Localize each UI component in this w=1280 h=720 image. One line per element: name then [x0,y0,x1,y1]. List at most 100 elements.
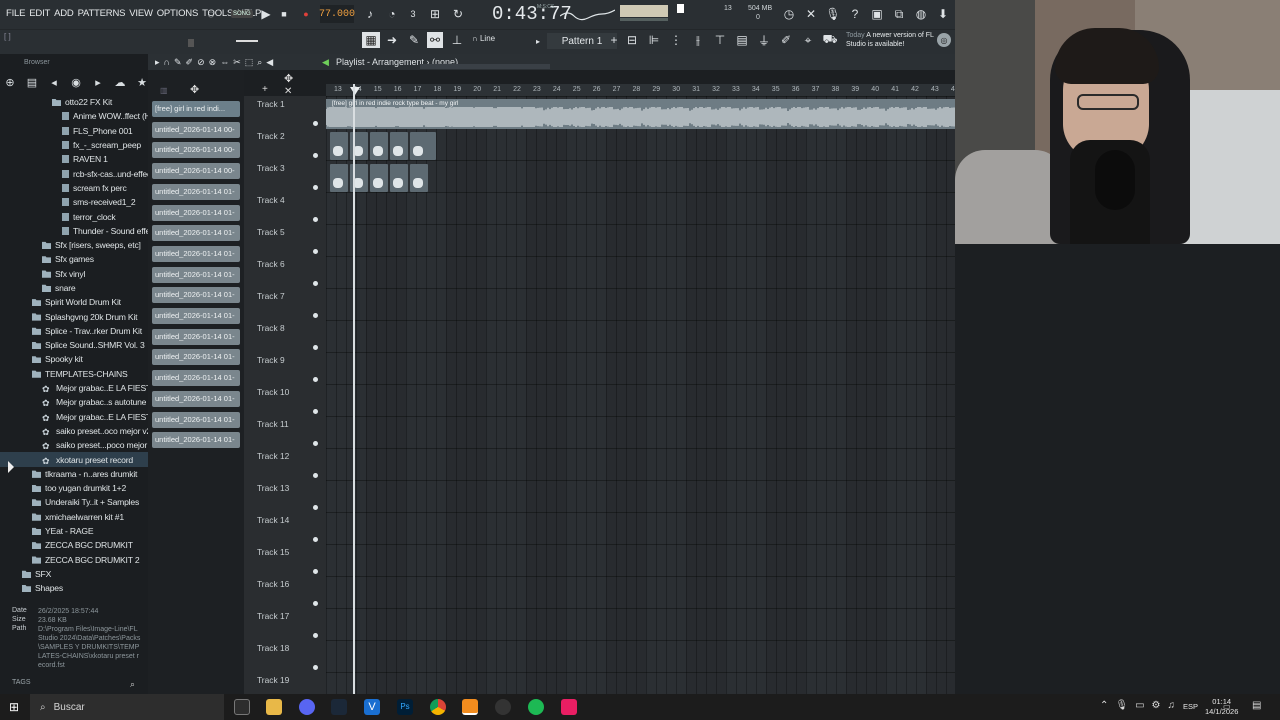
browser-item[interactable]: YEat - RAGE [0,524,148,538]
browser-back-icon[interactable]: ◂ [48,76,60,89]
browser-item[interactable]: ✿ saiko preset..oco mejor v2 [0,424,148,438]
magnet-tool-icon[interactable]: ∩ [164,57,170,68]
discord-icon[interactable] [299,699,315,715]
tool-knob-1[interactable] [188,39,194,47]
edit-icon[interactable]: ✐ [778,32,794,48]
picker-grid-icon[interactable]: ▥ [160,86,168,95]
chrome-icon[interactable] [430,699,446,715]
picker-clip[interactable]: untitled_2026-01-14 00- [152,163,240,180]
pattern-clip[interactable] [390,164,408,192]
browser-item[interactable]: Sfx games [0,252,148,266]
browser-item[interactable]: Splashgvng 20k Drum Kit [0,309,148,323]
browser-item[interactable]: ✿ xkotaru preset record [0,452,148,467]
microphone-icon[interactable]: 🎙 [825,6,841,22]
browser-item[interactable]: xmichaelwarren kit #1 [0,510,148,524]
save-icon[interactable]: ▣ [869,6,885,22]
browser-item[interactable]: SFX [0,567,148,581]
photoshop-icon[interactable]: Ps [397,699,413,715]
channel-rack-icon[interactable]: ⊟ [624,32,640,48]
loop-record-icon[interactable]: ↻ [450,6,466,22]
browser-item[interactable]: FLS_Phone 001 [0,124,148,138]
master-volume-meter[interactable] [620,5,668,17]
obs-icon[interactable] [495,699,511,715]
tempo-display[interactable]: 77.000 [319,5,355,23]
download-icon[interactable]: ⬇ [935,6,951,22]
browser-item[interactable]: ✿ Mejor grabac..E LA FIESTA [0,381,148,395]
pattern-clip[interactable] [390,132,408,160]
browser-item[interactable]: tlkraama - n..ares drumkit [0,467,148,481]
track-name[interactable]: Track 10 [257,387,289,397]
track-enable-dot[interactable] [313,409,318,414]
taskbar-search[interactable]: ⌕ Buscar [30,694,224,720]
fl-studio-icon[interactable] [462,699,478,715]
windows-start-icon[interactable]: ⊞ [9,700,19,714]
picker-clip[interactable]: untitled_2026-01-14 01- [152,308,240,324]
browser-item[interactable]: Spirit World Drum Kit [0,295,148,309]
track-name[interactable]: Track 3 [257,163,285,173]
track-enable-dot[interactable] [313,153,318,158]
track-name[interactable]: Track 5 [257,227,285,237]
track-name[interactable]: Track 7 [257,291,285,301]
track-enable-dot[interactable] [313,505,318,510]
track-enable-dot[interactable] [313,601,318,606]
track-name[interactable]: Track 12 [257,451,289,461]
tree-icon[interactable]: ⊤ [712,32,728,48]
tags-search-icon[interactable]: ⌕ [130,679,135,690]
stop-button[interactable]: ■ [276,6,292,22]
tray-network-icon[interactable]: ▭ [1135,700,1144,711]
slice-tool-icon[interactable]: ✂ [233,57,241,68]
picker-clip[interactable]: untitled_2026-01-14 00- [152,142,240,159]
track-name[interactable]: Track 16 [257,579,289,589]
browser-item[interactable]: TEMPLATES-CHAINS [0,367,148,381]
browser-options-icon[interactable]: ⊕ [4,76,16,89]
picker-clip[interactable]: untitled_2026-01-14 01- [152,245,240,262]
track-enable-dot[interactable] [313,217,318,222]
menu-add[interactable]: ADD [52,8,75,19]
chevron-right-icon[interactable]: ▸ [530,33,546,49]
browser-globe-icon[interactable]: ◉ [70,76,82,89]
track-name[interactable]: Track 8 [257,323,285,333]
track-name[interactable]: Track 18 [257,643,289,653]
browser-item[interactable]: RAVEN 1 [0,152,148,166]
picker-clip[interactable]: untitled_2026-01-14 01- [152,183,240,200]
pattern-clip[interactable] [330,164,348,192]
browser-item[interactable]: Shapes [0,581,148,595]
task-view-icon[interactable] [234,699,250,715]
arrow-right-icon[interactable]: ➜ [384,32,400,48]
blend-notes-icon[interactable]: ⊞ [427,6,443,22]
delete-tool-icon[interactable]: ⊘ [197,57,205,68]
picker-clip[interactable]: untitled_2026-01-14 01- [152,349,240,366]
track-enable-dot[interactable] [313,473,318,478]
chat-icon[interactable]: ◍ [913,6,929,22]
plug-icon[interactable]: ⏚ [756,32,772,48]
track-name[interactable]: Track 11 [257,419,289,429]
master-volume-slider[interactable] [677,4,684,13]
menu-file[interactable]: FILE [4,8,27,19]
track-name[interactable]: Track 4 [257,195,285,205]
cart-icon[interactable]: ⛟ [822,32,838,48]
tray-bluetooth-icon[interactable]: ⚙ [1152,700,1161,711]
picker-clip[interactable]: untitled_2026-01-14 01- [152,390,240,407]
audio-clip-track1[interactable]: [free] girl in red indie rock type beat … [326,99,955,129]
record-button[interactable]: ● [298,6,314,22]
browser-item[interactable]: terror_clock [0,209,148,223]
snap-select[interactable]: ∩ Line [472,34,495,43]
browser-item[interactable]: Sfx [risers, sweeps, etc] [0,238,148,252]
track-enable-dot[interactable] [313,441,318,446]
playback-tool-icon[interactable]: ◀ [266,57,273,68]
track-enable-dot[interactable] [313,281,318,286]
browser-item[interactable]: snare [0,281,148,295]
picker-move-icon[interactable]: ✥ [190,83,199,96]
browser-cloud-icon[interactable]: ☁ [114,76,126,89]
help-icon[interactable]: ? [847,6,863,22]
track-name[interactable]: Track 15 [257,547,289,557]
playlist-move-icon[interactable]: ✥ [284,72,293,85]
spotify-icon[interactable] [528,699,544,715]
add-track-icon[interactable]: + [262,84,268,95]
taskbar-clock[interactable]: 01:14 14/1/2026 [1205,697,1238,717]
track-enable-dot[interactable] [313,377,318,382]
track-name[interactable]: Track 6 [257,259,285,269]
browser-file-icon[interactable]: ▤ [26,76,38,89]
menu-options[interactable]: OPTIONS [155,8,200,19]
browser-item[interactable]: Underaiki Ty..it + Samples [0,495,148,509]
